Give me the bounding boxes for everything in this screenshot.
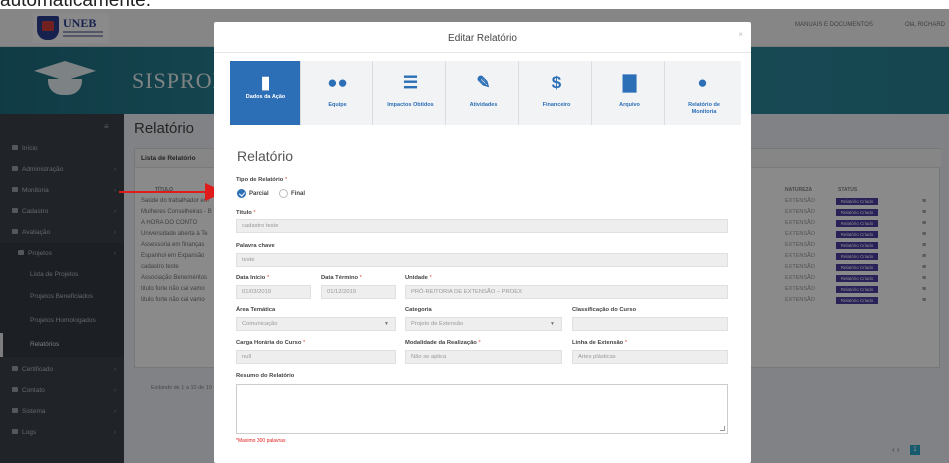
area-select[interactable]: Comunicação ▼ bbox=[236, 317, 396, 331]
file-icon: ▇ bbox=[622, 73, 637, 92]
book-icon: ▮ bbox=[260, 73, 271, 92]
palavra-label: Palavra chave bbox=[236, 243, 275, 249]
classificacao-label: Classificação do Curso bbox=[572, 307, 637, 313]
titulo-field[interactable]: cadastro teste bbox=[236, 219, 728, 233]
resumo-textarea[interactable] bbox=[236, 384, 728, 434]
categoria-label: Categoria bbox=[405, 307, 432, 313]
tab-dados-acao[interactable]: ▮ Dados da Ação bbox=[230, 61, 301, 125]
radio-empty-icon bbox=[279, 189, 288, 198]
titulo-label: Título * bbox=[236, 210, 256, 216]
edit-icon: ✎ bbox=[476, 73, 491, 92]
tab-financeiro[interactable]: $ Financeiro bbox=[521, 61, 592, 125]
palavra-field[interactable]: teste bbox=[236, 253, 728, 267]
edit-report-modal: Editar Relatório × ▮ Dados da Ação ●● Eq… bbox=[214, 22, 751, 463]
resize-handle-icon[interactable] bbox=[720, 426, 725, 431]
radio-checked-icon bbox=[237, 189, 246, 198]
tab-impactos[interactable]: ☰ Impactos Obtidos bbox=[375, 61, 446, 125]
chevron-down-icon: ▼ bbox=[550, 321, 555, 327]
categoria-select[interactable]: Projeto de Extensão ▼ bbox=[405, 317, 562, 331]
linha-label: Linha de Extensão * bbox=[572, 340, 628, 346]
data-inicio-field[interactable]: 01/03/2019 bbox=[236, 285, 311, 299]
modal-header: Editar Relatório × bbox=[214, 22, 751, 53]
section-title: Relatório bbox=[237, 148, 294, 164]
annotation-arrow bbox=[119, 191, 213, 193]
modal-title: Editar Relatório bbox=[448, 33, 517, 44]
carga-label: Carga Horária do Curso * bbox=[236, 340, 306, 346]
dollar-icon: $ bbox=[551, 73, 562, 92]
unidade-field[interactable]: PRÓ-REITORIA DE EXTENSÃO – PROEX bbox=[405, 285, 728, 299]
app-window: UNEB MANUAIS E DOCUMENTOS Olá, RICHARD S… bbox=[0, 9, 949, 463]
tab-relatorio-monitoria[interactable]: ● Relatório de Monitoria bbox=[667, 61, 741, 125]
data-termino-label: Data Término * bbox=[321, 275, 362, 281]
tab-atividades[interactable]: ✎ Atividades bbox=[448, 61, 519, 125]
tab-equipe[interactable]: ●● Equipe bbox=[302, 61, 373, 125]
users-icon: ●● bbox=[327, 73, 348, 92]
user-icon: ● bbox=[697, 73, 708, 92]
modalidade-field[interactable]: Não se aplica bbox=[405, 350, 562, 364]
tipo-label: Tipo de Relatório * bbox=[236, 177, 288, 183]
chevron-down-icon: ▼ bbox=[384, 321, 389, 327]
linha-field[interactable]: Artes plásticas bbox=[572, 350, 728, 364]
list-icon: ☰ bbox=[402, 73, 419, 92]
modalidade-label: Modalidade da Realização * bbox=[405, 340, 481, 346]
area-label: Área Temática bbox=[236, 307, 276, 313]
word-limit-note: *Maximo 300 palavras bbox=[236, 438, 286, 444]
tab-arquivo[interactable]: ▇ Arquivo bbox=[594, 61, 665, 125]
close-icon[interactable]: × bbox=[738, 30, 743, 39]
data-inicio-label: Data Início * bbox=[236, 275, 270, 281]
modal-tabs: ▮ Dados da Ação ●● Equipe ☰ Impactos Obt… bbox=[230, 61, 741, 125]
classificacao-field[interactable] bbox=[572, 317, 728, 331]
unidade-label: Unidade * bbox=[405, 275, 432, 281]
carga-field[interactable]: null bbox=[236, 350, 396, 364]
data-termino-field[interactable]: 01/12/2019 bbox=[321, 285, 396, 299]
resumo-label: Resumo do Relatório bbox=[236, 373, 295, 379]
